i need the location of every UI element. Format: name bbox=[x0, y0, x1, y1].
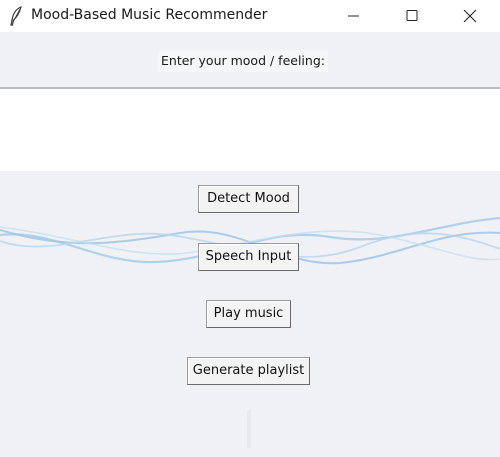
window-title: Mood-Based Music Recommender bbox=[31, 7, 268, 23]
mood-input[interactable] bbox=[0, 89, 500, 171]
app-window: Mood-Based Music Recommender Enter your … bbox=[0, 0, 500, 457]
feather-icon bbox=[8, 5, 24, 26]
maximize-icon bbox=[406, 10, 418, 21]
title-bar[interactable]: Mood-Based Music Recommender bbox=[0, 0, 500, 32]
placeholder-widget bbox=[247, 410, 251, 448]
close-button[interactable] bbox=[446, 0, 492, 32]
prompt-row: Enter your mood / feeling: bbox=[0, 32, 500, 87]
minimize-icon bbox=[348, 15, 359, 17]
maximize-button[interactable] bbox=[388, 0, 434, 32]
mood-prompt-label: Enter your mood / feeling: bbox=[158, 50, 328, 72]
generate-playlist-button[interactable]: Generate playlist bbox=[187, 357, 310, 385]
speech-input-button[interactable]: Speech Input bbox=[198, 243, 299, 271]
minimize-button[interactable] bbox=[336, 0, 382, 32]
close-icon bbox=[463, 9, 477, 23]
play-music-button[interactable]: Play music bbox=[206, 300, 291, 328]
detect-mood-button[interactable]: Detect Mood bbox=[198, 185, 299, 213]
